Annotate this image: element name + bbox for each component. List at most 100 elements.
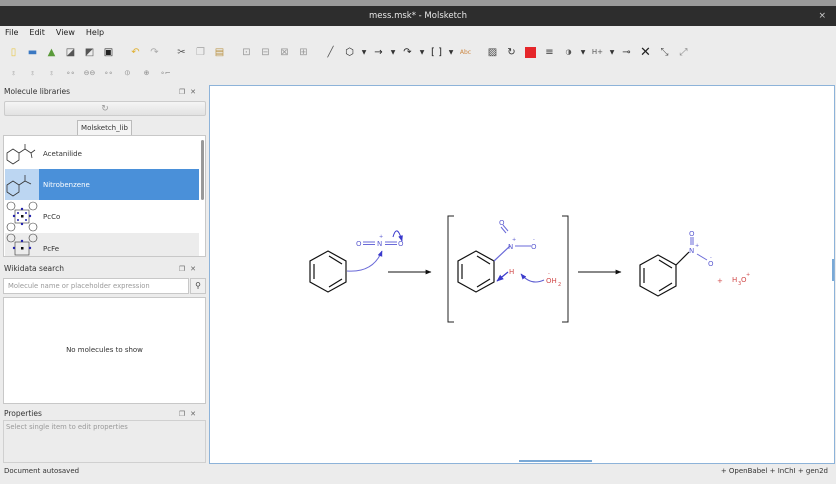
hydronium-ion[interactable]: H 3 O + xyxy=(732,272,750,287)
ring-dropdown-icon[interactable]: ▼ xyxy=(359,43,369,61)
distribute-vertical-icon[interactable]: ⊕ xyxy=(137,64,156,82)
copy-icon[interactable]: ❐ xyxy=(191,43,210,61)
right-bracket[interactable] xyxy=(562,215,569,323)
align-bottom-icon[interactable]: ⦂ xyxy=(42,64,61,82)
pcco-thumbnail xyxy=(6,201,38,232)
library-item-acetanilide[interactable]: Acetanilide xyxy=(5,138,199,169)
align-vcenter-icon[interactable]: ⦂ xyxy=(23,64,42,82)
backend-status: + OpenBabel + InChI + gen2d xyxy=(720,467,828,475)
wikidata-search-input[interactable]: Molecule name or placeholder expression xyxy=(3,278,189,294)
align-left-icon[interactable]: ∘∘ xyxy=(61,64,80,82)
close-dock-icon[interactable]: ✕ xyxy=(190,88,201,96)
menu-view[interactable]: View xyxy=(56,26,75,40)
new-file-icon[interactable]: ▯ xyxy=(4,43,23,61)
draw-bond-icon[interactable]: ╱ xyxy=(321,43,340,61)
zoom-reset-icon[interactable]: ⊞ xyxy=(294,43,313,61)
title-bar: mess.msk* - Molsketch × xyxy=(0,6,836,26)
curved-arrow-icon[interactable]: ↷ xyxy=(398,43,417,61)
binoculars-icon: ⚲ xyxy=(195,281,201,290)
menu-help[interactable]: Help xyxy=(86,26,104,40)
benzene-molecule[interactable] xyxy=(309,250,347,293)
paste-icon[interactable]: ▤ xyxy=(210,43,229,61)
align-hcenter-icon[interactable]: ⊖⊖ xyxy=(80,64,99,82)
reload-libraries-button[interactable]: ↻ xyxy=(4,101,206,116)
ring-icon[interactable]: ⬡ xyxy=(340,43,359,61)
close-dock-icon[interactable]: ✕ xyxy=(190,410,201,418)
curved-arrow[interactable] xyxy=(346,250,383,272)
rotate-icon[interactable]: ↻ xyxy=(502,43,521,61)
bracket-dropdown-icon[interactable]: ▼ xyxy=(446,43,456,61)
curved-arrow-dropdown-icon[interactable]: ▼ xyxy=(417,43,427,61)
atom-label: O xyxy=(531,243,537,251)
menu-file[interactable]: File xyxy=(5,26,18,40)
electron-dropdown-icon[interactable]: ▼ xyxy=(578,43,588,61)
nitronium-ion[interactable]: O N + O xyxy=(356,234,404,248)
tab-molsketch-lib[interactable]: Molsketch_lib xyxy=(77,120,132,135)
nitrobenzene-product[interactable]: O N + O - xyxy=(639,230,714,297)
acetanilide-thumbnail xyxy=(6,144,36,165)
float-dock-icon[interactable]: ❐ xyxy=(179,88,190,96)
left-bracket[interactable] xyxy=(447,215,454,323)
cut-icon[interactable]: ✂ xyxy=(172,43,191,61)
charge-button[interactable]: H+ xyxy=(588,43,607,61)
align-top-icon[interactable]: ⦂ xyxy=(4,64,23,82)
import-icon[interactable]: ▲ xyxy=(42,43,61,61)
library-item-pcfe[interactable]: PcFe xyxy=(5,233,199,256)
flip-horizontal-icon[interactable]: ⤡ xyxy=(655,43,674,61)
dock-title: Properties xyxy=(4,409,42,418)
text-tool-icon[interactable]: Abc xyxy=(456,43,475,61)
align-right-icon[interactable]: ∘∘ xyxy=(99,64,118,82)
zoom-out-icon[interactable]: ⊟ xyxy=(256,43,275,61)
charge-label: + xyxy=(512,237,516,243)
drawing-canvas[interactable]: O N + O O N + O - H OH 2 - O N + O - + H… xyxy=(209,85,835,464)
zoom-in-icon[interactable]: ⊡ xyxy=(237,43,256,61)
float-dock-icon[interactable]: ❐ xyxy=(179,410,190,418)
align-baseline-icon[interactable]: ∘⌐ xyxy=(156,64,175,82)
library-item-pcco[interactable]: PcCo xyxy=(5,201,199,232)
nitrobenzene-thumbnail xyxy=(5,169,39,200)
close-dock-icon[interactable]: ✕ xyxy=(190,265,201,273)
hatch-icon[interactable]: ▨ xyxy=(483,43,502,61)
print-icon[interactable]: ▣ xyxy=(99,43,118,61)
wikidata-search-button[interactable]: ⚲ xyxy=(190,278,206,294)
distribute-horizontal-icon[interactable]: ⦶ xyxy=(118,64,137,82)
arrow-tool-icon[interactable]: → xyxy=(369,43,388,61)
arrow-dropdown-icon[interactable]: ▼ xyxy=(388,43,398,61)
charge-dropdown-icon[interactable]: ▼ xyxy=(607,43,617,61)
color-swatch xyxy=(525,46,536,58)
curved-arrow[interactable] xyxy=(496,271,509,282)
bracket-icon[interactable]: [ ] xyxy=(427,43,446,61)
open-file-icon[interactable]: ▬ xyxy=(23,43,42,61)
undo-icon[interactable]: ↶ xyxy=(126,43,145,61)
horizontal-scrollbar[interactable] xyxy=(519,460,592,462)
charge-label: - xyxy=(548,271,550,277)
library-scrollbar[interactable] xyxy=(201,140,204,200)
flip-bond-icon[interactable]: ⊸ xyxy=(617,43,636,61)
redo-icon[interactable]: ↷ xyxy=(145,43,164,61)
library-item-label: Acetanilide xyxy=(43,149,82,158)
vertical-scrollbar[interactable] xyxy=(832,259,834,281)
curved-arrow[interactable] xyxy=(520,273,545,283)
main-toolbar: ▯ ▬ ▲ ◪ ◩ ▣ ↶ ↷ ✂ ❐ ▤ ⊡ ⊟ ⊠ ⊞ ╱ ⬡ ▼ → ▼ … xyxy=(4,42,693,62)
color-picker-button[interactable] xyxy=(521,43,540,61)
atom-label: H xyxy=(509,268,514,276)
save-as-icon[interactable]: ◩ xyxy=(80,43,99,61)
flip-vertical-icon[interactable]: ⤢ xyxy=(674,43,693,61)
atom-label: N xyxy=(689,247,694,255)
menu-bar: File Edit View Help xyxy=(0,26,836,40)
float-dock-icon[interactable]: ❐ xyxy=(179,265,190,273)
delete-icon[interactable]: ✕ xyxy=(636,43,655,61)
library-item-nitrobenzene[interactable]: Nitrobenzene xyxy=(5,169,199,200)
zoom-fit-icon[interactable]: ⊠ xyxy=(275,43,294,61)
atom-label: N xyxy=(508,243,513,251)
menu-edit[interactable]: Edit xyxy=(29,26,45,40)
save-icon[interactable]: ◪ xyxy=(61,43,80,61)
water-molecule[interactable]: OH 2 - xyxy=(546,271,561,288)
close-window-button[interactable]: × xyxy=(818,6,826,26)
subscript: 2 xyxy=(558,282,561,288)
line-width-icon[interactable]: ≡ xyxy=(540,43,559,61)
reaction-scheme: O N + O O N + O - H OH 2 - O N + O - + H… xyxy=(309,215,750,323)
electron-icon[interactable]: ◑ xyxy=(559,43,578,61)
status-bar: Document autosaved + OpenBabel + InChI +… xyxy=(0,464,836,478)
atom-label: O xyxy=(356,240,362,248)
